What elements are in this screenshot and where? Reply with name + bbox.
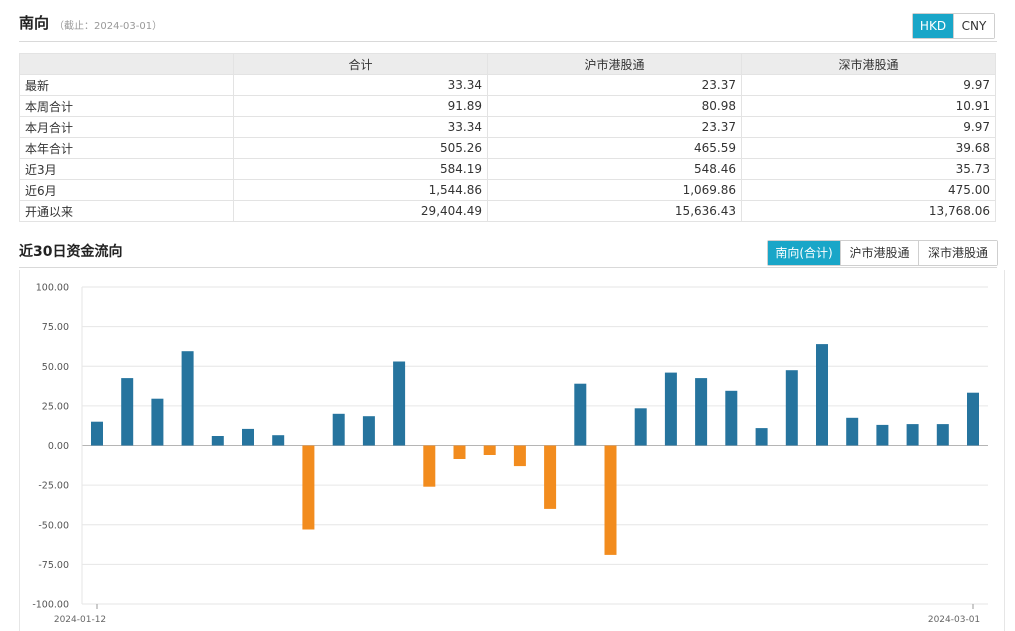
y-tick-label: 75.00 [42, 322, 69, 333]
y-tick-label: 100.00 [36, 283, 69, 294]
bar[interactable] [513, 445, 526, 467]
x-tick-label-first: 2024-01-12 [54, 615, 106, 625]
bar[interactable] [453, 445, 466, 460]
bar[interactable] [181, 351, 194, 446]
bar[interactable] [332, 413, 345, 446]
bar[interactable] [544, 445, 557, 509]
bar[interactable] [151, 398, 164, 446]
bar[interactable] [785, 370, 798, 446]
bar[interactable] [664, 372, 677, 446]
bar[interactable] [695, 378, 708, 446]
bar[interactable] [725, 390, 738, 446]
y-tick-label: -75.00 [38, 560, 69, 571]
bar[interactable] [604, 445, 617, 555]
y-tick-label: 25.00 [42, 401, 69, 412]
y-tick-label: -25.00 [38, 481, 69, 492]
bar[interactable] [272, 435, 285, 446]
page: 南向 （截止：2024-03-01） HKD CNY 合计 沪市港股通 深市港股… [0, 0, 1015, 631]
flow-bar-chart: 100.00 75.00 50.00 25.00 0.00 -25.00 -50.00 -75… [32, 283, 988, 625]
bar[interactable] [906, 424, 919, 446]
bar[interactable] [393, 361, 406, 446]
bar[interactable] [242, 428, 254, 446]
bar[interactable] [121, 378, 134, 446]
bar[interactable] [483, 445, 496, 456]
bar[interactable] [755, 428, 768, 446]
y-tick-label: -50.00 [38, 520, 69, 531]
y-tick-label: 50.00 [42, 362, 69, 373]
x-axis: 2024-01-12 2024-03-01 [54, 615, 980, 625]
bar-series [91, 344, 979, 555]
bar[interactable] [91, 421, 103, 446]
y-axis: 100.00 75.00 50.00 25.00 0.00 -25.00 -50.00 -75… [32, 283, 69, 611]
bar[interactable] [816, 344, 828, 446]
bar[interactable] [574, 383, 587, 446]
x-tick-label-last: 2024-03-01 [928, 615, 980, 625]
chart-grid [81, 286, 988, 609]
bar[interactable] [362, 416, 375, 446]
y-tick-label: 0.00 [48, 441, 69, 452]
bar[interactable] [876, 424, 889, 446]
bar[interactable] [211, 436, 224, 446]
y-tick-label: -100.00 [32, 600, 69, 611]
bar[interactable] [846, 417, 859, 446]
bar[interactable] [936, 424, 949, 446]
bar[interactable] [967, 392, 979, 446]
bar[interactable] [302, 445, 315, 530]
bar[interactable] [634, 408, 647, 446]
bar[interactable] [423, 445, 436, 487]
